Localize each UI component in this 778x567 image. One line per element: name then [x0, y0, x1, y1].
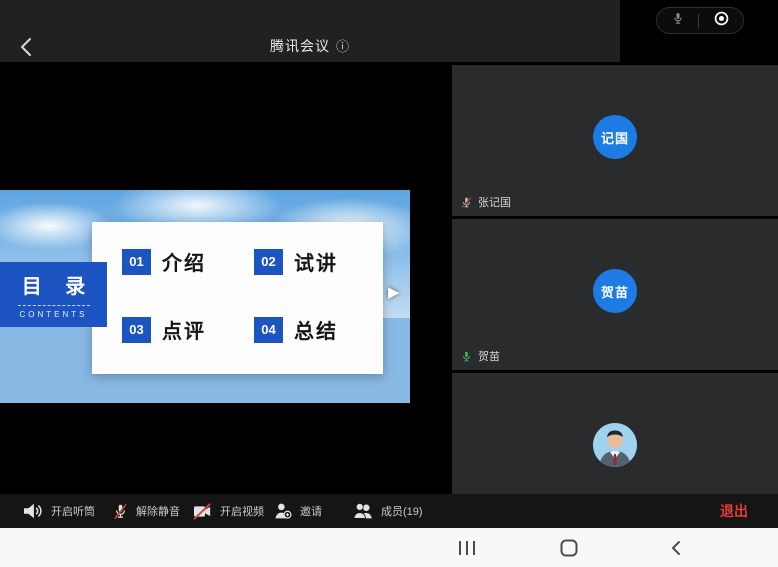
toc-item-4-number: 04 [254, 317, 283, 343]
mic-active-icon [460, 350, 473, 363]
mic-indicator-icon[interactable] [671, 11, 685, 31]
meeting-title: 腾讯会议 ⓘ [0, 36, 620, 56]
speaker-button[interactable]: 开启听筒 [22, 494, 95, 528]
toc-item-3-number: 03 [122, 317, 151, 343]
unmute-label: 解除静音 [136, 503, 180, 519]
toc-item-3-label: 点评 [162, 315, 206, 344]
invite-label: 邀请 [300, 503, 322, 519]
app-title-text: 腾讯会议 [270, 38, 330, 54]
nav-recents-button[interactable] [447, 528, 487, 567]
participant-name: 张记国 [478, 194, 511, 210]
portrait-photo-icon [593, 423, 637, 467]
participant-tile-photo[interactable] [452, 373, 778, 494]
avatar-photo [593, 423, 637, 467]
avatar: 贺苗 [593, 269, 637, 313]
android-nav-bar [0, 528, 778, 567]
members-button[interactable]: 成员(19) [352, 494, 423, 528]
camera-off-icon [192, 503, 213, 520]
toc-item-4: 04 总结 [254, 315, 338, 344]
camera-cutout-area [620, 0, 778, 62]
home-icon [559, 538, 579, 558]
toc-item-2-number: 02 [254, 249, 283, 275]
info-icon[interactable]: ⓘ [336, 36, 350, 55]
nav-back-icon [667, 539, 685, 557]
speaker-icon [22, 502, 44, 520]
shared-screen-slide: 01 介绍 02 试讲 03 点评 04 总结 目 录 CONTENTS [0, 190, 410, 403]
toc-item-3: 03 点评 [122, 315, 206, 344]
unmute-button[interactable]: 解除静音 [112, 494, 180, 528]
system-indicator-pill [656, 7, 744, 34]
mic-muted-icon [112, 502, 129, 521]
top-app-bar: 腾讯会议 ⓘ [0, 0, 778, 62]
next-page-arrow-icon[interactable]: ▶ [388, 283, 400, 301]
exit-button[interactable]: 退出 [720, 494, 748, 528]
toc-subtitle: CONTENTS [20, 310, 88, 319]
toc-card: 01 介绍 02 试讲 03 点评 04 总结 [92, 222, 383, 374]
participants-rail: 记国 张记国 贺苗 贺苗 [452, 62, 778, 494]
participant-name-tag: 张记国 [460, 194, 511, 210]
recents-icon [457, 540, 477, 556]
members-label: 成员(19) [381, 503, 423, 519]
screen-record-icon[interactable] [713, 10, 730, 32]
participant-name: 贺苗 [478, 348, 500, 364]
toc-item-1-number: 01 [122, 249, 151, 275]
pill-divider [698, 14, 699, 28]
toc-title-box: 目 录 CONTENTS [0, 262, 107, 327]
nav-back-button[interactable] [656, 528, 696, 567]
start-video-button[interactable]: 开启视频 [192, 494, 264, 528]
start-video-label: 开启视频 [220, 503, 264, 519]
toc-divider [18, 305, 90, 306]
participant-tile-hemiao[interactable]: 贺苗 贺苗 [452, 219, 778, 370]
mic-muted-icon [460, 196, 473, 209]
meeting-toolbar: 开启听筒 解除静音 开启视频 [0, 494, 778, 528]
exit-label: 退出 [720, 501, 748, 521]
participant-name-tag: 贺苗 [460, 348, 500, 364]
toc-item-1: 01 介绍 [122, 247, 206, 276]
invite-person-icon [273, 502, 293, 520]
toc-item-2: 02 试讲 [254, 247, 338, 276]
toc-title: 目 录 [13, 270, 95, 299]
avatar: 记国 [593, 115, 637, 159]
toc-item-4-label: 总结 [294, 315, 338, 344]
meeting-screen: 腾讯会议 ⓘ [0, 0, 778, 567]
speaker-label: 开启听筒 [51, 503, 95, 519]
invite-button[interactable]: 邀请 [273, 494, 322, 528]
participant-tile-zhangjiguo[interactable]: 记国 张记国 [452, 65, 778, 216]
members-icon [352, 502, 374, 520]
nav-home-button[interactable] [549, 528, 589, 567]
toc-item-1-label: 介绍 [162, 247, 206, 276]
toc-item-2-label: 试讲 [294, 247, 338, 276]
